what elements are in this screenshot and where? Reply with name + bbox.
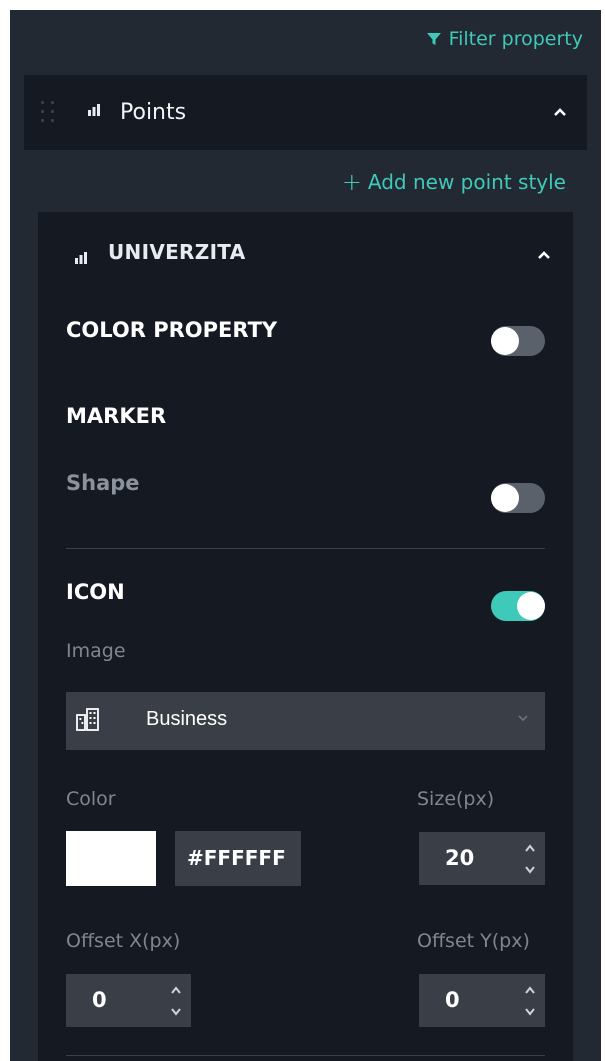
divider [66,1055,545,1056]
size-input[interactable]: 20 [419,832,545,885]
image-select[interactable]: Business [66,692,545,750]
point-style-card: UNIVERZITA COLOR PROPERTY MARKER Shape I… [38,212,573,1061]
bar-chart-icon [75,252,87,264]
bar-chart-icon [88,104,100,116]
toggle-knob [517,592,545,620]
properties-panel: Filter property Points + Add new point s… [10,10,601,1061]
size-value: 20 [445,846,475,870]
image-label: Image [66,640,126,662]
filter-property-link[interactable]: Filter property [426,28,583,50]
shape-toggle[interactable] [491,483,545,513]
size-label: Size(px) [417,788,495,810]
offset-x-value: 0 [92,988,107,1012]
offset-x-label: Offset X(px) [66,930,181,952]
building-icon [76,708,99,731]
add-point-style-label: Add new point style [367,170,566,194]
offset-y-value: 0 [445,988,460,1012]
filter-icon [426,33,441,45]
toggle-knob [491,327,519,355]
chevron-up-icon[interactable] [553,107,567,117]
offset-y-label: Offset Y(px) [417,930,530,952]
color-property-label: COLOR PROPERTY [66,318,278,342]
color-swatch[interactable] [66,831,156,886]
offset-x-input[interactable]: 0 [66,974,191,1027]
color-hex-input[interactable]: #FFFFFF [175,831,301,886]
image-select-value: Business [146,708,228,730]
marker-label: MARKER [66,404,167,428]
toggle-knob [491,484,519,512]
filter-property-label: Filter property [448,28,583,50]
drag-handle[interactable] [41,101,55,127]
spinner-arrows-icon[interactable] [169,980,183,1022]
spinner-arrows-icon[interactable] [523,980,537,1022]
offset-y-input[interactable]: 0 [419,974,545,1027]
points-section-header[interactable]: Points [24,75,587,150]
point-style-title: UNIVERZITA [108,240,246,264]
chevron-up-icon[interactable] [537,250,551,260]
color-label: Color [66,788,116,810]
add-point-style-button[interactable]: + Add new point style [342,170,566,194]
shape-label: Shape [66,471,140,495]
divider [66,548,545,549]
spinner-arrows-icon[interactable] [523,838,537,880]
icon-label: ICON [66,580,125,604]
plus-icon: + [341,168,362,196]
chevron-down-icon [518,715,528,722]
color-property-toggle[interactable] [491,326,545,356]
section-title: Points [120,100,187,125]
icon-toggle[interactable] [491,591,545,621]
